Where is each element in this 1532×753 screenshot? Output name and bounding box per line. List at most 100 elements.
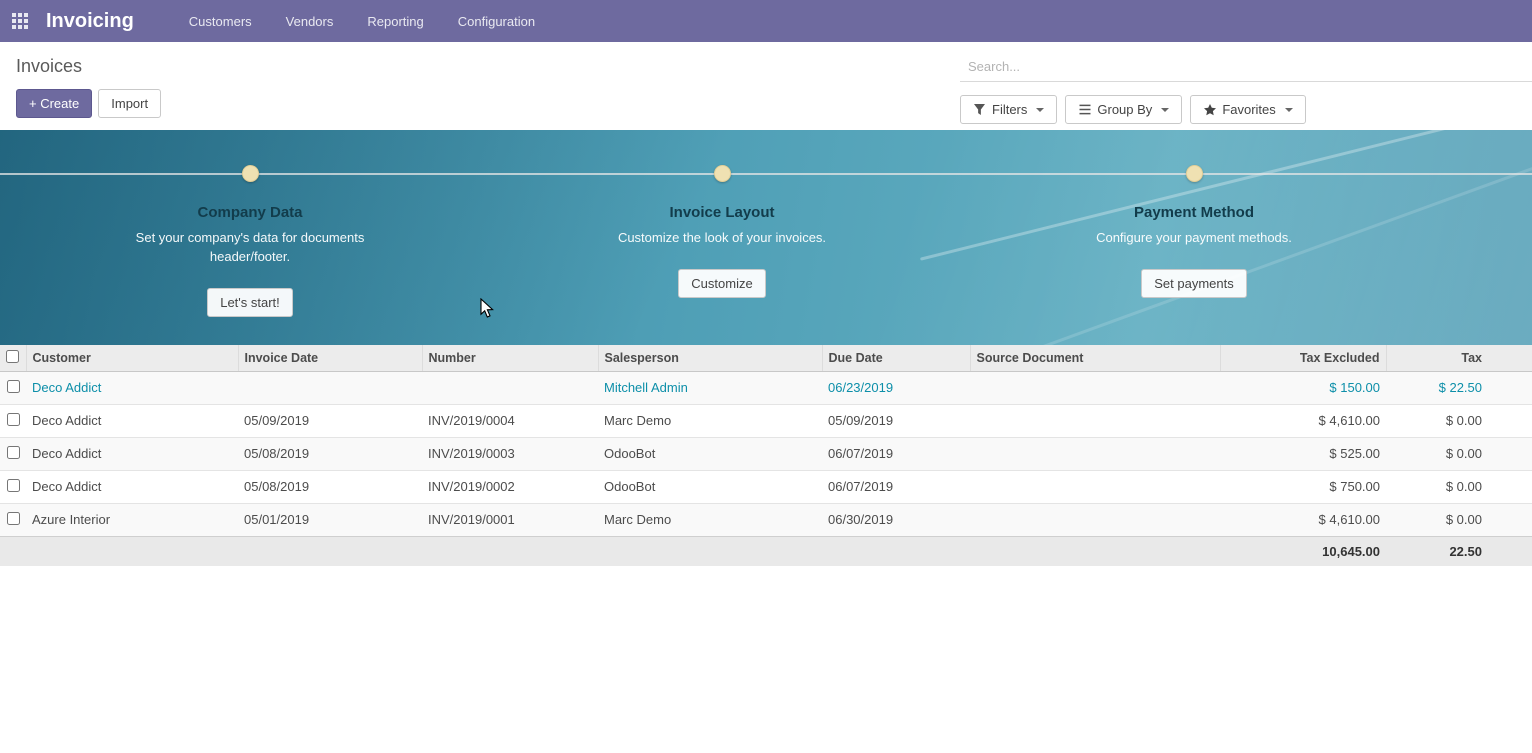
step-dot-icon (242, 165, 259, 182)
menu-reporting[interactable]: Reporting (352, 1, 438, 42)
cell-invoice-date: 05/09/2019 (238, 404, 422, 437)
table-row[interactable]: Deco Addict 05/08/2019 INV/2019/0002 Odo… (0, 470, 1532, 503)
row-checkbox[interactable] (7, 446, 20, 459)
row-checkbox[interactable] (7, 380, 20, 393)
cell-salesperson: OdooBot (598, 437, 822, 470)
cell-tax-excluded: $ 4,610.00 (1220, 503, 1386, 536)
cell-salesperson: Marc Demo (598, 503, 822, 536)
row-checkbox[interactable] (7, 512, 20, 525)
cell-number: INV/2019/0004 (422, 404, 598, 437)
column-header-source-document[interactable]: Source Document (970, 345, 1220, 371)
cell-tax-excluded: $ 150.00 (1220, 371, 1386, 404)
cell-customer: Deco Addict (26, 371, 238, 404)
cell-invoice-date: 05/08/2019 (238, 437, 422, 470)
step-title: Payment Method (1134, 204, 1254, 221)
group-by-bars-icon (1078, 103, 1091, 116)
cell-salesperson: OdooBot (598, 470, 822, 503)
cell-customer: Deco Addict (26, 470, 238, 503)
import-button[interactable]: Import (98, 89, 161, 118)
cell-tax-excluded: $ 4,610.00 (1220, 404, 1386, 437)
cell-invoice-date: 05/01/2019 (238, 503, 422, 536)
cell-tax: $ 0.00 (1386, 503, 1532, 536)
cell-customer: Azure Interior (26, 503, 238, 536)
cell-source-document (970, 437, 1220, 470)
table-row[interactable]: Azure Interior 05/01/2019 INV/2019/0001 … (0, 503, 1532, 536)
cell-number: INV/2019/0001 (422, 503, 598, 536)
invoice-list-table: Customer Invoice Date Number Salesperson… (0, 345, 1532, 566)
column-header-invoice-date[interactable]: Invoice Date (238, 345, 422, 371)
row-checkbox[interactable] (7, 413, 20, 426)
cell-tax: $ 0.00 (1386, 404, 1532, 437)
group-by-button[interactable]: Group By (1065, 95, 1182, 124)
column-header-salesperson[interactable]: Salesperson (598, 345, 822, 371)
table-row[interactable]: Deco Addict 05/09/2019 INV/2019/0004 Mar… (0, 404, 1532, 437)
cell-number (422, 371, 598, 404)
tax-excluded-total: 10,645.00 (1220, 536, 1386, 566)
table-row[interactable]: Deco Addict 05/08/2019 INV/2019/0003 Odo… (0, 437, 1532, 470)
column-header-number[interactable]: Number (422, 345, 598, 371)
column-header-due-date[interactable]: Due Date (822, 345, 970, 371)
cell-tax: $ 22.50 (1386, 371, 1532, 404)
step-dot-icon (714, 165, 731, 182)
control-panel: Invoices + Create Import Filters Group B… (0, 42, 1532, 130)
step-title: Company Data (197, 204, 302, 221)
cell-customer: Deco Addict (26, 437, 238, 470)
filter-funnel-icon (973, 103, 986, 116)
select-all-checkbox[interactable] (6, 350, 19, 363)
favorites-button[interactable]: Favorites (1190, 95, 1305, 124)
caret-down-icon (1161, 108, 1169, 112)
breadcrumb: Invoices (16, 56, 161, 77)
filters-button[interactable]: Filters (960, 95, 1057, 124)
row-checkbox[interactable] (7, 479, 20, 492)
cell-salesperson: Mitchell Admin (598, 371, 822, 404)
cell-number: INV/2019/0003 (422, 437, 598, 470)
menu-vendors[interactable]: Vendors (271, 1, 349, 42)
search-input[interactable] (960, 52, 1532, 82)
cell-customer: Deco Addict (26, 404, 238, 437)
top-navbar: Invoicing Customers Vendors Reporting Co… (0, 0, 1532, 42)
customize-button[interactable]: Customize (678, 269, 765, 298)
column-header-tax[interactable]: Tax (1386, 345, 1532, 371)
cell-number: INV/2019/0002 (422, 470, 598, 503)
cell-tax-excluded: $ 525.00 (1220, 437, 1386, 470)
table-row[interactable]: Deco Addict Mitchell Admin 06/23/2019 $ … (0, 371, 1532, 404)
step-description: Set your company's data for documents he… (135, 228, 365, 266)
cell-due-date: 06/07/2019 (822, 470, 970, 503)
cell-due-date: 06/23/2019 (822, 371, 970, 404)
create-button[interactable]: + Create (16, 89, 92, 118)
step-title: Invoice Layout (669, 204, 774, 221)
table-header-row: Customer Invoice Date Number Salesperson… (0, 345, 1532, 371)
column-header-tax-excluded[interactable]: Tax Excluded (1220, 345, 1386, 371)
app-title: Invoicing (46, 10, 134, 33)
tax-total: 22.50 (1386, 536, 1532, 566)
cell-due-date: 05/09/2019 (822, 404, 970, 437)
menu-configuration[interactable]: Configuration (443, 1, 550, 42)
cell-due-date: 06/07/2019 (822, 437, 970, 470)
apps-menu-icon[interactable] (0, 0, 40, 42)
step-dot-icon (1186, 165, 1203, 182)
caret-down-icon (1036, 108, 1044, 112)
table-footer-row: 10,645.00 22.50 (0, 536, 1532, 566)
grid-icon (12, 13, 28, 29)
onboarding-step-payment-method: Payment Method Configure your payment me… (958, 130, 1430, 345)
step-description: Customize the look of your invoices. (607, 228, 837, 247)
cell-invoice-date: 05/08/2019 (238, 470, 422, 503)
cell-source-document (970, 404, 1220, 437)
cell-due-date: 06/30/2019 (822, 503, 970, 536)
cell-tax: $ 0.00 (1386, 470, 1532, 503)
onboarding-step-invoice-layout: Invoice Layout Customize the look of you… (486, 130, 958, 345)
plus-icon: + (29, 96, 37, 111)
cell-tax-excluded: $ 750.00 (1220, 470, 1386, 503)
column-header-customer[interactable]: Customer (26, 345, 238, 371)
cell-source-document (970, 371, 1220, 404)
cell-invoice-date (238, 371, 422, 404)
caret-down-icon (1285, 108, 1293, 112)
step-description: Configure your payment methods. (1079, 228, 1309, 247)
main-menu: Customers Vendors Reporting Configuratio… (174, 1, 550, 42)
cell-salesperson: Marc Demo (598, 404, 822, 437)
star-icon (1203, 103, 1216, 116)
lets-start-button[interactable]: Let's start! (207, 288, 293, 317)
cell-source-document (970, 503, 1220, 536)
set-payments-button[interactable]: Set payments (1141, 269, 1247, 298)
menu-customers[interactable]: Customers (174, 1, 267, 42)
